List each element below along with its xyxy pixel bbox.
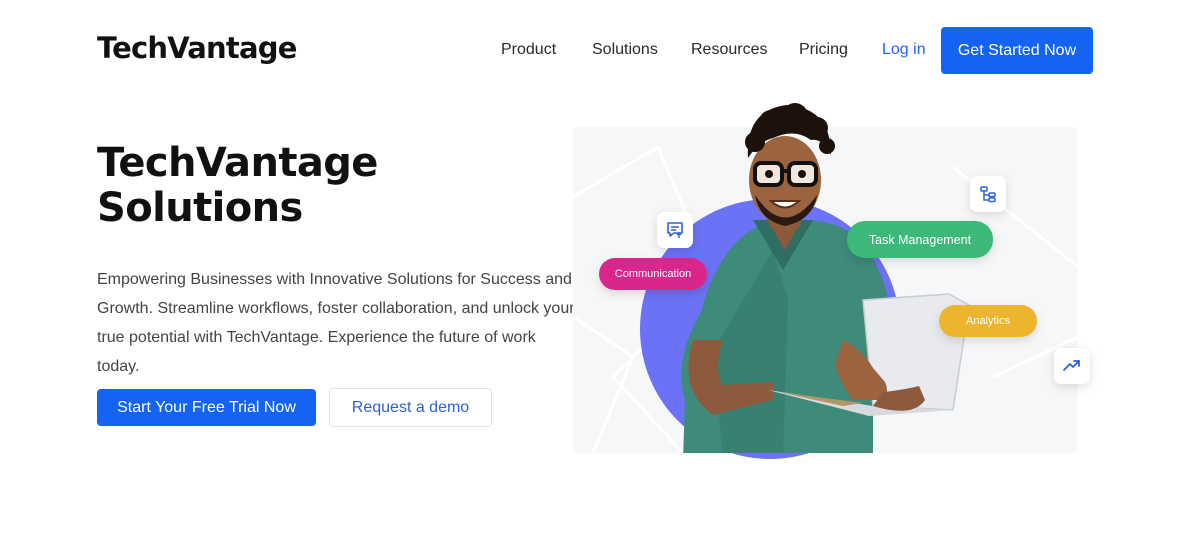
nav-resources[interactable]: Resources [691, 41, 767, 59]
tag-task-management: Task Management [847, 221, 993, 258]
free-trial-button[interactable]: Start Your Free Trial Now [97, 389, 316, 426]
login-link[interactable]: Log in [882, 41, 926, 59]
chat-icon [667, 222, 683, 238]
chat-card [657, 212, 693, 248]
trending-up-icon [1063, 360, 1080, 371]
request-demo-button[interactable]: Request a demo [329, 388, 492, 427]
nav-product[interactable]: Product [501, 41, 556, 59]
main-nav: Product Solutions Resources Pricing Log … [0, 27, 1190, 74]
nav-pricing[interactable]: Pricing [799, 41, 848, 59]
tag-communication: Communication [599, 258, 707, 290]
nav-solutions[interactable]: Solutions [592, 41, 658, 59]
hero-title-line-2: Solutions [97, 185, 303, 231]
person-illustration [681, 103, 970, 453]
trend-card [1054, 348, 1090, 384]
hero-description: Empowering Businesses with Innovative So… [97, 271, 575, 375]
get-started-button[interactable]: Get Started Now [941, 27, 1093, 74]
hierarchy-icon [980, 186, 996, 203]
tag-analytics: Analytics [939, 305, 1037, 337]
hero-title-line-1: TechVantage [97, 140, 378, 186]
hierarchy-card [970, 176, 1006, 212]
hero-title: TechVantage Solutions [97, 141, 517, 231]
